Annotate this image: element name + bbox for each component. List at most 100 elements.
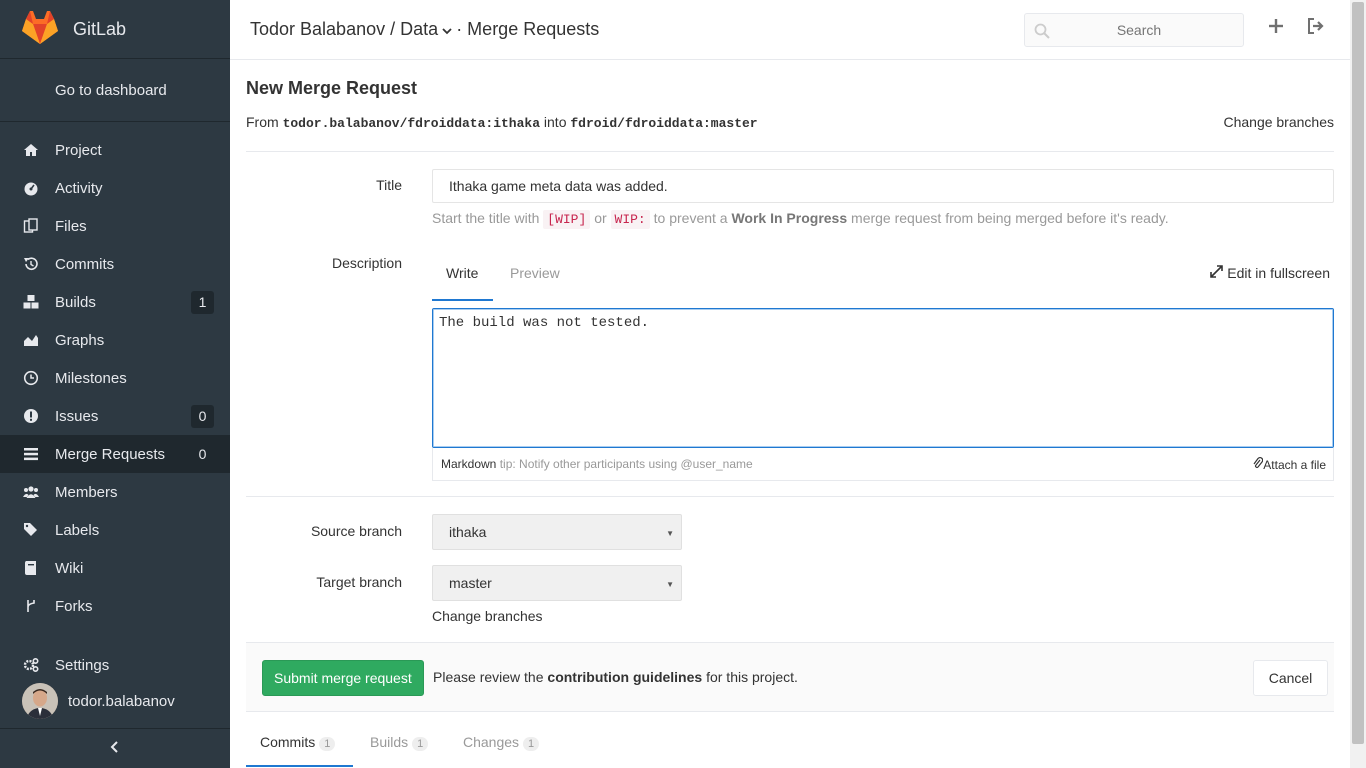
user-profile-link[interactable]: todor.balabanov [0,683,230,719]
sidebar-item-label: Files [55,217,87,235]
markdown-tip-text: tip: Notify other participants using @us… [499,457,753,471]
sidebar-item-commits[interactable]: Commits [0,245,230,283]
username: todor.balabanov [68,692,175,710]
history-icon [23,256,39,272]
fullscreen-label: Edit in fullscreen [1227,265,1330,281]
sidebar-item-label: Activity [55,179,103,197]
code-fork-icon [23,598,39,614]
sidebar-item-labels[interactable]: Labels [0,511,230,549]
form-actions: Submit merge request Please review the c… [246,642,1334,712]
header: Todor Balabanov / Data · Merge Requests [230,0,1350,60]
tab-preview[interactable]: Preview [510,265,560,281]
source-branch-label: Source branch [310,523,402,539]
markdown-link[interactable]: Markdown [441,457,496,471]
count-badge: 1 [191,290,214,314]
cubes-icon [23,294,39,310]
sidebar-item-milestones[interactable]: Milestones [0,359,230,397]
title-hint: Start the title with [WIP] or WIP: to pr… [432,210,1169,229]
chevron-down-icon[interactable] [442,26,452,38]
target-ref: fdroid/fdroiddata:master [570,116,758,131]
tab-write[interactable]: Write [446,265,478,281]
sidebar-item-merge-requests[interactable]: Merge Requests 0 [0,435,230,473]
sidebar: GitLab Go to dashboard Project Activity … [0,0,230,768]
attach-file-link[interactable]: Attach a file [1253,457,1326,472]
sidebar-item-label: Merge Requests [55,445,166,463]
description-textarea[interactable]: The build was not tested. [432,308,1334,448]
sidebar-item-label: Milestones [55,369,127,387]
page-scrollbar[interactable] [1350,0,1366,768]
sidebar-item-issues[interactable]: Issues 0 [0,397,230,435]
breadcrumb-project[interactable]: Data [400,19,438,39]
sidebar-item-files[interactable]: Files [0,207,230,245]
search-icon [1034,23,1050,42]
hint-text: to prevent a [653,210,728,226]
breadcrumb: Todor Balabanov / Data · Merge Requests [250,19,599,40]
branch-summary: From todor.balabanov/fdroiddata:ithaka i… [246,114,758,131]
tab-builds[interactable]: Builds 1 [370,734,429,751]
clock-icon [23,370,39,386]
new-project-plus-icon[interactable] [1268,18,1284,37]
sidebar-item-forks[interactable]: Forks [0,587,230,625]
markdown-tip: Markdown tip: Notify other participants … [441,457,753,471]
sidebar-item-activity[interactable]: Activity [0,169,230,207]
sidebar-item-label: Project [55,141,102,159]
caret-down-icon: ▼ [666,529,674,538]
contribution-guidelines-link[interactable]: contribution guidelines [547,669,702,685]
caret-down-icon: ▼ [666,580,674,589]
sidebar-item-label: Settings [55,656,110,674]
wip-code: WIP: [610,210,650,229]
tab-count-badge: 1 [523,737,540,751]
sidebar-item-graphs[interactable]: Graphs [0,321,230,359]
scrollbar-thumb[interactable] [1352,2,1364,744]
sign-out-icon[interactable] [1307,18,1325,37]
search-input[interactable] [1025,14,1243,46]
files-icon [23,218,39,234]
chevron-left-icon [110,740,120,758]
gitlab-logo-link[interactable]: GitLab [0,0,230,59]
cogs-icon [23,657,39,673]
cancel-button[interactable]: Cancel [1253,660,1328,696]
sidebar-item-label: Labels [55,521,100,539]
source-branch-select[interactable]: ithaka ▼ [432,514,682,550]
change-branches-link[interactable]: Change branches [432,608,543,624]
change-branches-link[interactable]: Change branches [1223,114,1334,130]
submit-merge-request-button[interactable]: Submit merge request [262,660,424,696]
sidebar-item-project[interactable]: Project [0,131,230,169]
list-icon [23,446,39,462]
hint-text: or [594,210,607,226]
sidebar-item-wiki[interactable]: Wiki [0,549,230,587]
users-icon [23,484,39,500]
tab-count-badge: 1 [319,737,336,751]
title-label: Title [376,177,402,193]
sidebar-item-label: Graphs [55,331,105,349]
tab-label: Builds [370,734,409,750]
sidebar-item-label: Commits [55,255,115,273]
sidebar-item-builds[interactable]: Builds 1 [0,283,230,321]
hint-text: Start the title with [432,210,540,226]
breadcrumb-owner[interactable]: Todor Balabanov [250,19,385,39]
active-tab-indicator [432,299,493,301]
source-branch-value: ithaka [449,524,487,540]
target-branch-value: master [449,575,492,591]
tab-label: Changes [463,734,520,750]
sidebar-item-label: Members [55,483,118,501]
review-text: for this project. [706,669,798,685]
tab-changes[interactable]: Changes 1 [463,734,540,751]
expand-icon [1210,265,1224,281]
gitlab-logo-icon [22,10,58,48]
go-to-dashboard-link[interactable]: Go to dashboard [0,59,230,122]
breadcrumb-separator: / [390,19,396,39]
target-branch-select[interactable]: master ▼ [432,565,682,601]
sidebar-item-members[interactable]: Members [0,473,230,511]
home-icon [23,142,39,158]
sidebar-item-settings[interactable]: Settings [0,646,230,684]
tab-count-badge: 1 [412,737,429,751]
title-input[interactable] [432,169,1334,203]
edit-fullscreen-link[interactable]: Edit in fullscreen [1210,265,1330,281]
sidebar-item-label: Issues [55,407,99,425]
collapse-sidebar-button[interactable] [0,728,230,768]
count-badge: 0 [191,404,214,428]
tags-icon [23,522,39,538]
tab-commits[interactable]: Commits 1 [260,734,336,751]
search-box[interactable] [1024,13,1244,47]
